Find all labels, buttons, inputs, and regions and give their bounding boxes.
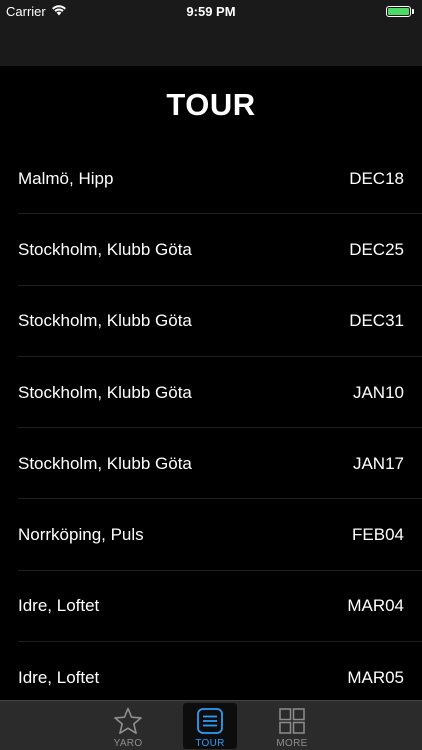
- tour-row[interactable]: Idre, Loftet MAR05: [0, 642, 422, 700]
- list-icon: [195, 706, 225, 736]
- tour-venue: Malmö, Hipp: [18, 168, 114, 188]
- tour-date: MAR04: [347, 596, 404, 616]
- status-bar: Carrier 9:59 PM: [0, 0, 422, 22]
- tour-venue: Idre, Loftet: [18, 596, 100, 616]
- tab-label: YARO: [113, 738, 143, 749]
- tab-tour[interactable]: TOUR: [183, 703, 237, 749]
- tour-date: FEB04: [352, 525, 404, 545]
- tour-venue: Idre, Loftet: [18, 667, 100, 687]
- tab-bar: YARO TOUR MORE: [0, 700, 422, 750]
- tour-row[interactable]: Stockholm, Klubb Göta DEC31: [0, 286, 422, 358]
- tour-date: JAN10: [352, 382, 404, 402]
- battery-icon: [386, 5, 416, 18]
- tour-row[interactable]: Stockholm, Klubb Göta JAN17: [0, 428, 422, 500]
- tour-venue: Norrköping, Puls: [18, 525, 144, 545]
- tour-row[interactable]: Norrköping, Puls FEB04: [0, 499, 422, 572]
- wifi-icon: [51, 4, 67, 19]
- tour-date: MAR05: [347, 667, 404, 687]
- tour-date: DEC25: [349, 239, 404, 259]
- carrier-label: Carrier: [6, 3, 46, 19]
- tour-venue: Stockholm, Klubb Göta: [18, 311, 192, 331]
- tour-date: DEC18: [349, 168, 404, 188]
- star-icon: [113, 706, 143, 736]
- tour-row[interactable]: Stockholm, Klubb Göta JAN10: [0, 357, 422, 429]
- tour-row[interactable]: Malmö, Hipp DEC18: [0, 143, 422, 215]
- tab-label: MORE: [276, 738, 308, 749]
- tour-date: JAN17: [352, 453, 404, 473]
- page-title: TOUR: [166, 87, 256, 122]
- tour-list[interactable]: Malmö, Hipp DEC18 Stockholm, Klubb Göta DEC…: [0, 143, 422, 700]
- tab-more[interactable]: MORE: [265, 703, 319, 749]
- tab-label: TOUR: [195, 738, 225, 749]
- grid-icon: [277, 706, 307, 736]
- tour-date: DEC31: [349, 311, 404, 331]
- tour-venue: Stockholm, Klubb Göta: [18, 239, 192, 259]
- tour-row[interactable]: Idre, Loftet MAR04: [0, 571, 422, 643]
- tour-row[interactable]: Stockholm, Klubb Göta DEC25: [0, 214, 422, 286]
- tour-venue: Stockholm, Klubb Göta: [18, 382, 192, 402]
- status-left: Carrier: [0, 4, 67, 19]
- navigation-bar: [0, 22, 422, 66]
- tab-yaro[interactable]: YARO: [101, 703, 155, 749]
- tour-venue: Stockholm, Klubb Göta: [18, 453, 192, 473]
- status-right: [386, 5, 422, 18]
